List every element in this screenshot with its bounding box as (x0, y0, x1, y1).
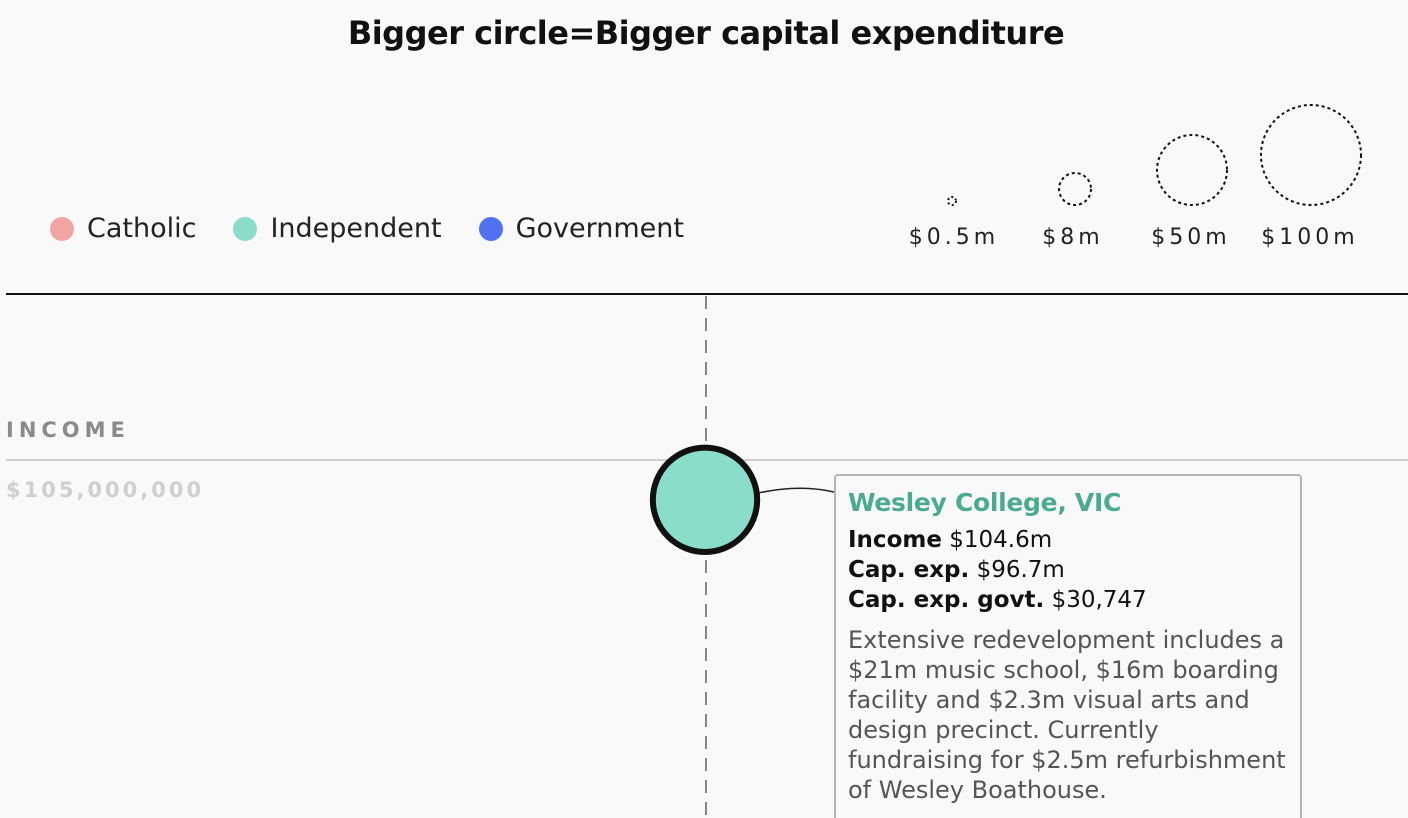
tooltip-capex-govt-label: Cap. exp. govt. (848, 587, 1045, 613)
tooltip-description: Extensive redevelopment includes a $21m … (848, 626, 1286, 804)
tooltip-capex-govt-row: Cap. exp. govt. $30,747 (848, 585, 1292, 615)
tooltip-capex-label: Cap. exp. (848, 557, 970, 583)
tooltip-school-name: Wesley College, VIC (848, 488, 1122, 517)
tooltip-income-value: $104.6m (949, 527, 1053, 553)
tooltip-capex-value: $96.7m (976, 557, 1065, 583)
tooltip-capex-row: Cap. exp. $96.7m (848, 555, 1292, 585)
tooltip-income-label: Income (848, 527, 942, 553)
tooltip-income-row: Income $104.6m (848, 525, 1292, 555)
y-tick-label: $105,000,000 (6, 478, 205, 502)
chart-page: Bigger circle=Bigger capital expenditure… (0, 0, 1408, 818)
data-point-circle[interactable] (649, 444, 761, 555)
tooltip-connector (757, 487, 835, 494)
school-tooltip: Wesley College, VIC Income $104.6m Cap. … (834, 474, 1302, 818)
y-axis-title: INCOME (6, 418, 130, 442)
tooltip-capex-govt-value: $30,747 (1051, 587, 1147, 613)
